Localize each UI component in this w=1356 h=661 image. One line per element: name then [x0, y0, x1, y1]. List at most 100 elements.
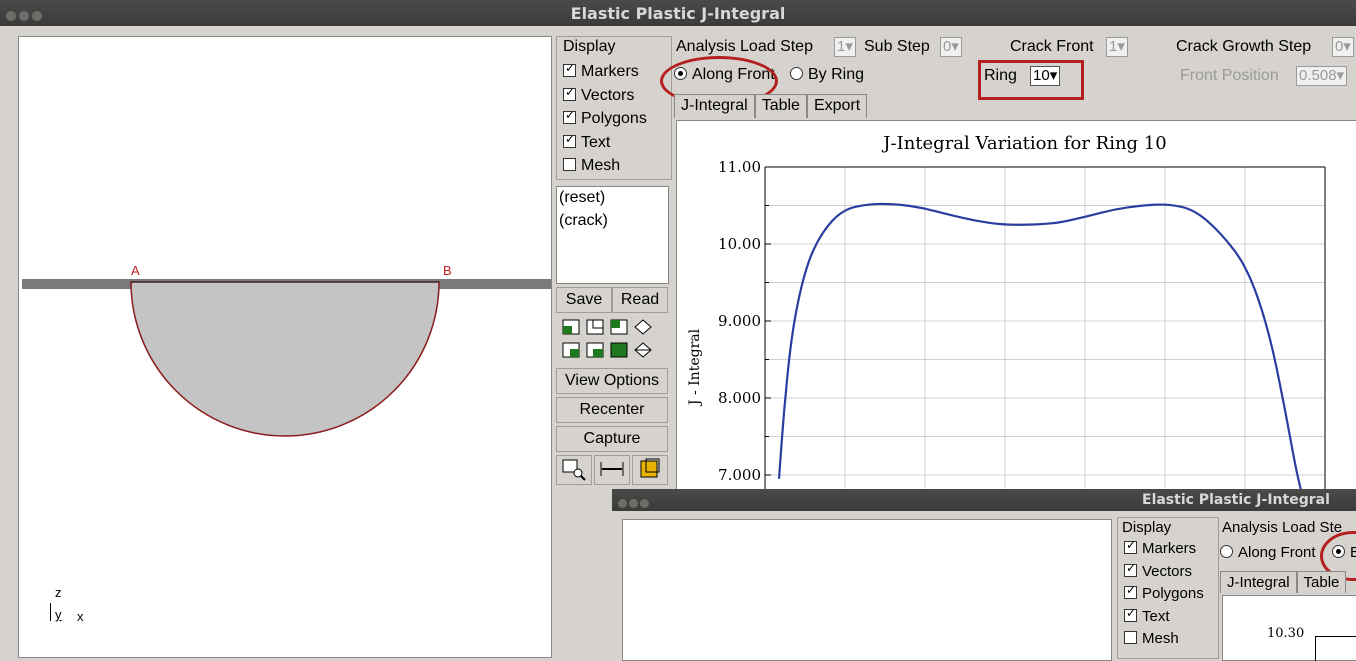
annotation-rectangle: [978, 60, 1084, 100]
tab-export[interactable]: Export: [806, 94, 868, 118]
second-tab-bar: J-Integral Table: [1220, 571, 1347, 593]
crack-front-select[interactable]: 1▾: [1106, 37, 1128, 57]
recenter-button[interactable]: Recenter: [556, 397, 668, 423]
tool-row: [556, 455, 668, 485]
crack-growth-step-label: Crack Growth Step: [1176, 38, 1312, 55]
checkbox-label: Polygons: [1142, 585, 1204, 602]
y-tick-label: 11.00: [718, 158, 761, 176]
checkbox-mesh[interactable]: Mesh: [563, 157, 620, 175]
checkbox-label: Vectors: [581, 86, 635, 104]
checkbox-box[interactable]: [1124, 631, 1137, 644]
checkbox-box[interactable]: [1124, 561, 1137, 577]
window-title: Elastic Plastic J-Integral: [570, 4, 786, 23]
checkbox-box[interactable]: [563, 158, 576, 171]
axis-y-label: y: [55, 607, 62, 622]
checkbox-box[interactable]: [1124, 538, 1137, 554]
second-chart-panel: 10.30: [1222, 595, 1356, 661]
axis-z-label: z: [55, 585, 62, 600]
tab-bar: J-Integral Table Export: [674, 94, 868, 118]
checkbox-vectors[interactable]: Vectors: [1124, 561, 1193, 580]
view-options-button[interactable]: View Options: [556, 368, 668, 394]
list-item[interactable]: (crack): [559, 212, 608, 230]
checkbox-label: Text: [1142, 607, 1170, 625]
axis-triad: [50, 603, 51, 621]
second-tab-table[interactable]: Table: [1296, 571, 1347, 593]
display-group: Display Markers Vectors Polygons Text Mesh: [556, 36, 672, 180]
chart-title: J-Integral Variation for Ring 10: [881, 133, 1166, 154]
checkbox-box[interactable]: [563, 61, 576, 77]
crack-half-ellipse: [130, 281, 440, 437]
sub-step-select[interactable]: 0▾: [940, 37, 962, 57]
checkbox-polygons[interactable]: Polygons: [563, 108, 647, 128]
view-side-icon: [586, 319, 604, 335]
view-top-icon: [610, 319, 628, 335]
y-tick-label: 7.000: [718, 466, 761, 484]
second-title-bar: Elastic Plastic J-Integral: [612, 489, 1356, 511]
crack-model-drawing: [22, 279, 551, 437]
checkbox-label: Mesh: [1142, 630, 1179, 647]
j-integral-chart: J-Integral Variation for Ring 10 11.00 10.…: [687, 133, 1326, 515]
read-button[interactable]: Read: [612, 287, 668, 313]
view-iso-icon: [634, 319, 652, 335]
save-button[interactable]: Save: [556, 287, 612, 313]
checkbox-label: Polygons: [581, 110, 647, 127]
crack-front-label: Crack Front: [1010, 38, 1094, 55]
second-display-heading: Display: [1122, 519, 1172, 536]
checkbox-label: Mesh: [581, 157, 621, 174]
checkbox-box[interactable]: [563, 132, 576, 148]
crack-growth-step-select[interactable]: 0▾: [1332, 37, 1354, 57]
y-tick-label: 10.00: [718, 235, 761, 253]
chart-panel: J-Integral Variation for Ring 10 11.00 10.…: [676, 120, 1356, 515]
front-position-select[interactable]: 0.508▾: [1296, 66, 1348, 86]
tab-table[interactable]: Table: [754, 94, 807, 118]
view-bottom-icon: [586, 342, 604, 358]
checkbox-text[interactable]: Text: [563, 132, 611, 152]
checkbox-vectors[interactable]: Vectors: [563, 85, 635, 105]
display-heading: Display: [563, 38, 616, 55]
zoom-icon[interactable]: [556, 455, 592, 485]
y-axis-label: J - Integral: [687, 328, 703, 407]
second-display-group: Display Markers Vectors Polygons Text Mesh: [1117, 517, 1219, 659]
checkbox-text[interactable]: Text: [1124, 606, 1170, 625]
second-chart-axes: [1315, 636, 1356, 661]
checkbox-markers[interactable]: Markers: [1124, 538, 1197, 557]
checkbox-label: Vectors: [1142, 562, 1193, 580]
checkbox-label: Markers: [1142, 540, 1197, 557]
model-viewport[interactable]: A B z y x: [18, 36, 552, 658]
sub-step-label: Sub Step: [864, 38, 930, 55]
checkbox-box[interactable]: [1124, 583, 1137, 599]
second-along-front-radio[interactable]: Along Front: [1220, 544, 1316, 561]
second-tab-j-integral[interactable]: J-Integral: [1220, 571, 1297, 593]
capture-button[interactable]: Capture: [556, 426, 668, 452]
view-icon-grid: [560, 317, 670, 368]
second-viewport[interactable]: [622, 519, 1112, 661]
second-window: Elastic Plastic J-Integral Display Marke…: [612, 489, 1356, 661]
checkbox-box[interactable]: [563, 108, 576, 124]
view-front-icon: [562, 319, 580, 335]
measure-icon[interactable]: [594, 455, 630, 485]
view-list[interactable]: (reset) (crack): [556, 186, 669, 284]
checkbox-box[interactable]: [563, 85, 576, 101]
marker-a-label: A: [131, 263, 140, 278]
view-wire-icon: [634, 342, 652, 358]
checkbox-mesh[interactable]: Mesh: [1124, 630, 1179, 647]
list-item[interactable]: (reset): [559, 189, 605, 207]
analysis-load-step-label: Analysis Load Step: [676, 38, 813, 55]
tab-j-integral[interactable]: J-Integral: [674, 94, 755, 118]
axis-x-label: x: [77, 609, 84, 624]
checkbox-box[interactable]: [1124, 606, 1137, 622]
second-analysis-load-step-label: Analysis Load Ste: [1222, 519, 1343, 536]
series-line: [777, 202, 1312, 515]
second-window-controls[interactable]: [618, 495, 649, 513]
front-position-label: Front Position: [1180, 67, 1279, 84]
y-tick-label: 8.000: [718, 389, 761, 407]
analysis-load-step-select[interactable]: 1▾: [834, 37, 856, 57]
by-ring-radio[interactable]: By Ring: [790, 66, 864, 84]
title-bar: Elastic Plastic J-Integral: [0, 0, 1356, 26]
second-ytick-label: 10.30: [1267, 626, 1305, 641]
view-back-icon: [562, 342, 580, 358]
checkbox-label: Text: [581, 133, 611, 151]
checkbox-markers[interactable]: Markers: [563, 61, 639, 81]
checkbox-polygons[interactable]: Polygons: [1124, 583, 1204, 602]
box-select-icon[interactable]: [632, 455, 668, 485]
